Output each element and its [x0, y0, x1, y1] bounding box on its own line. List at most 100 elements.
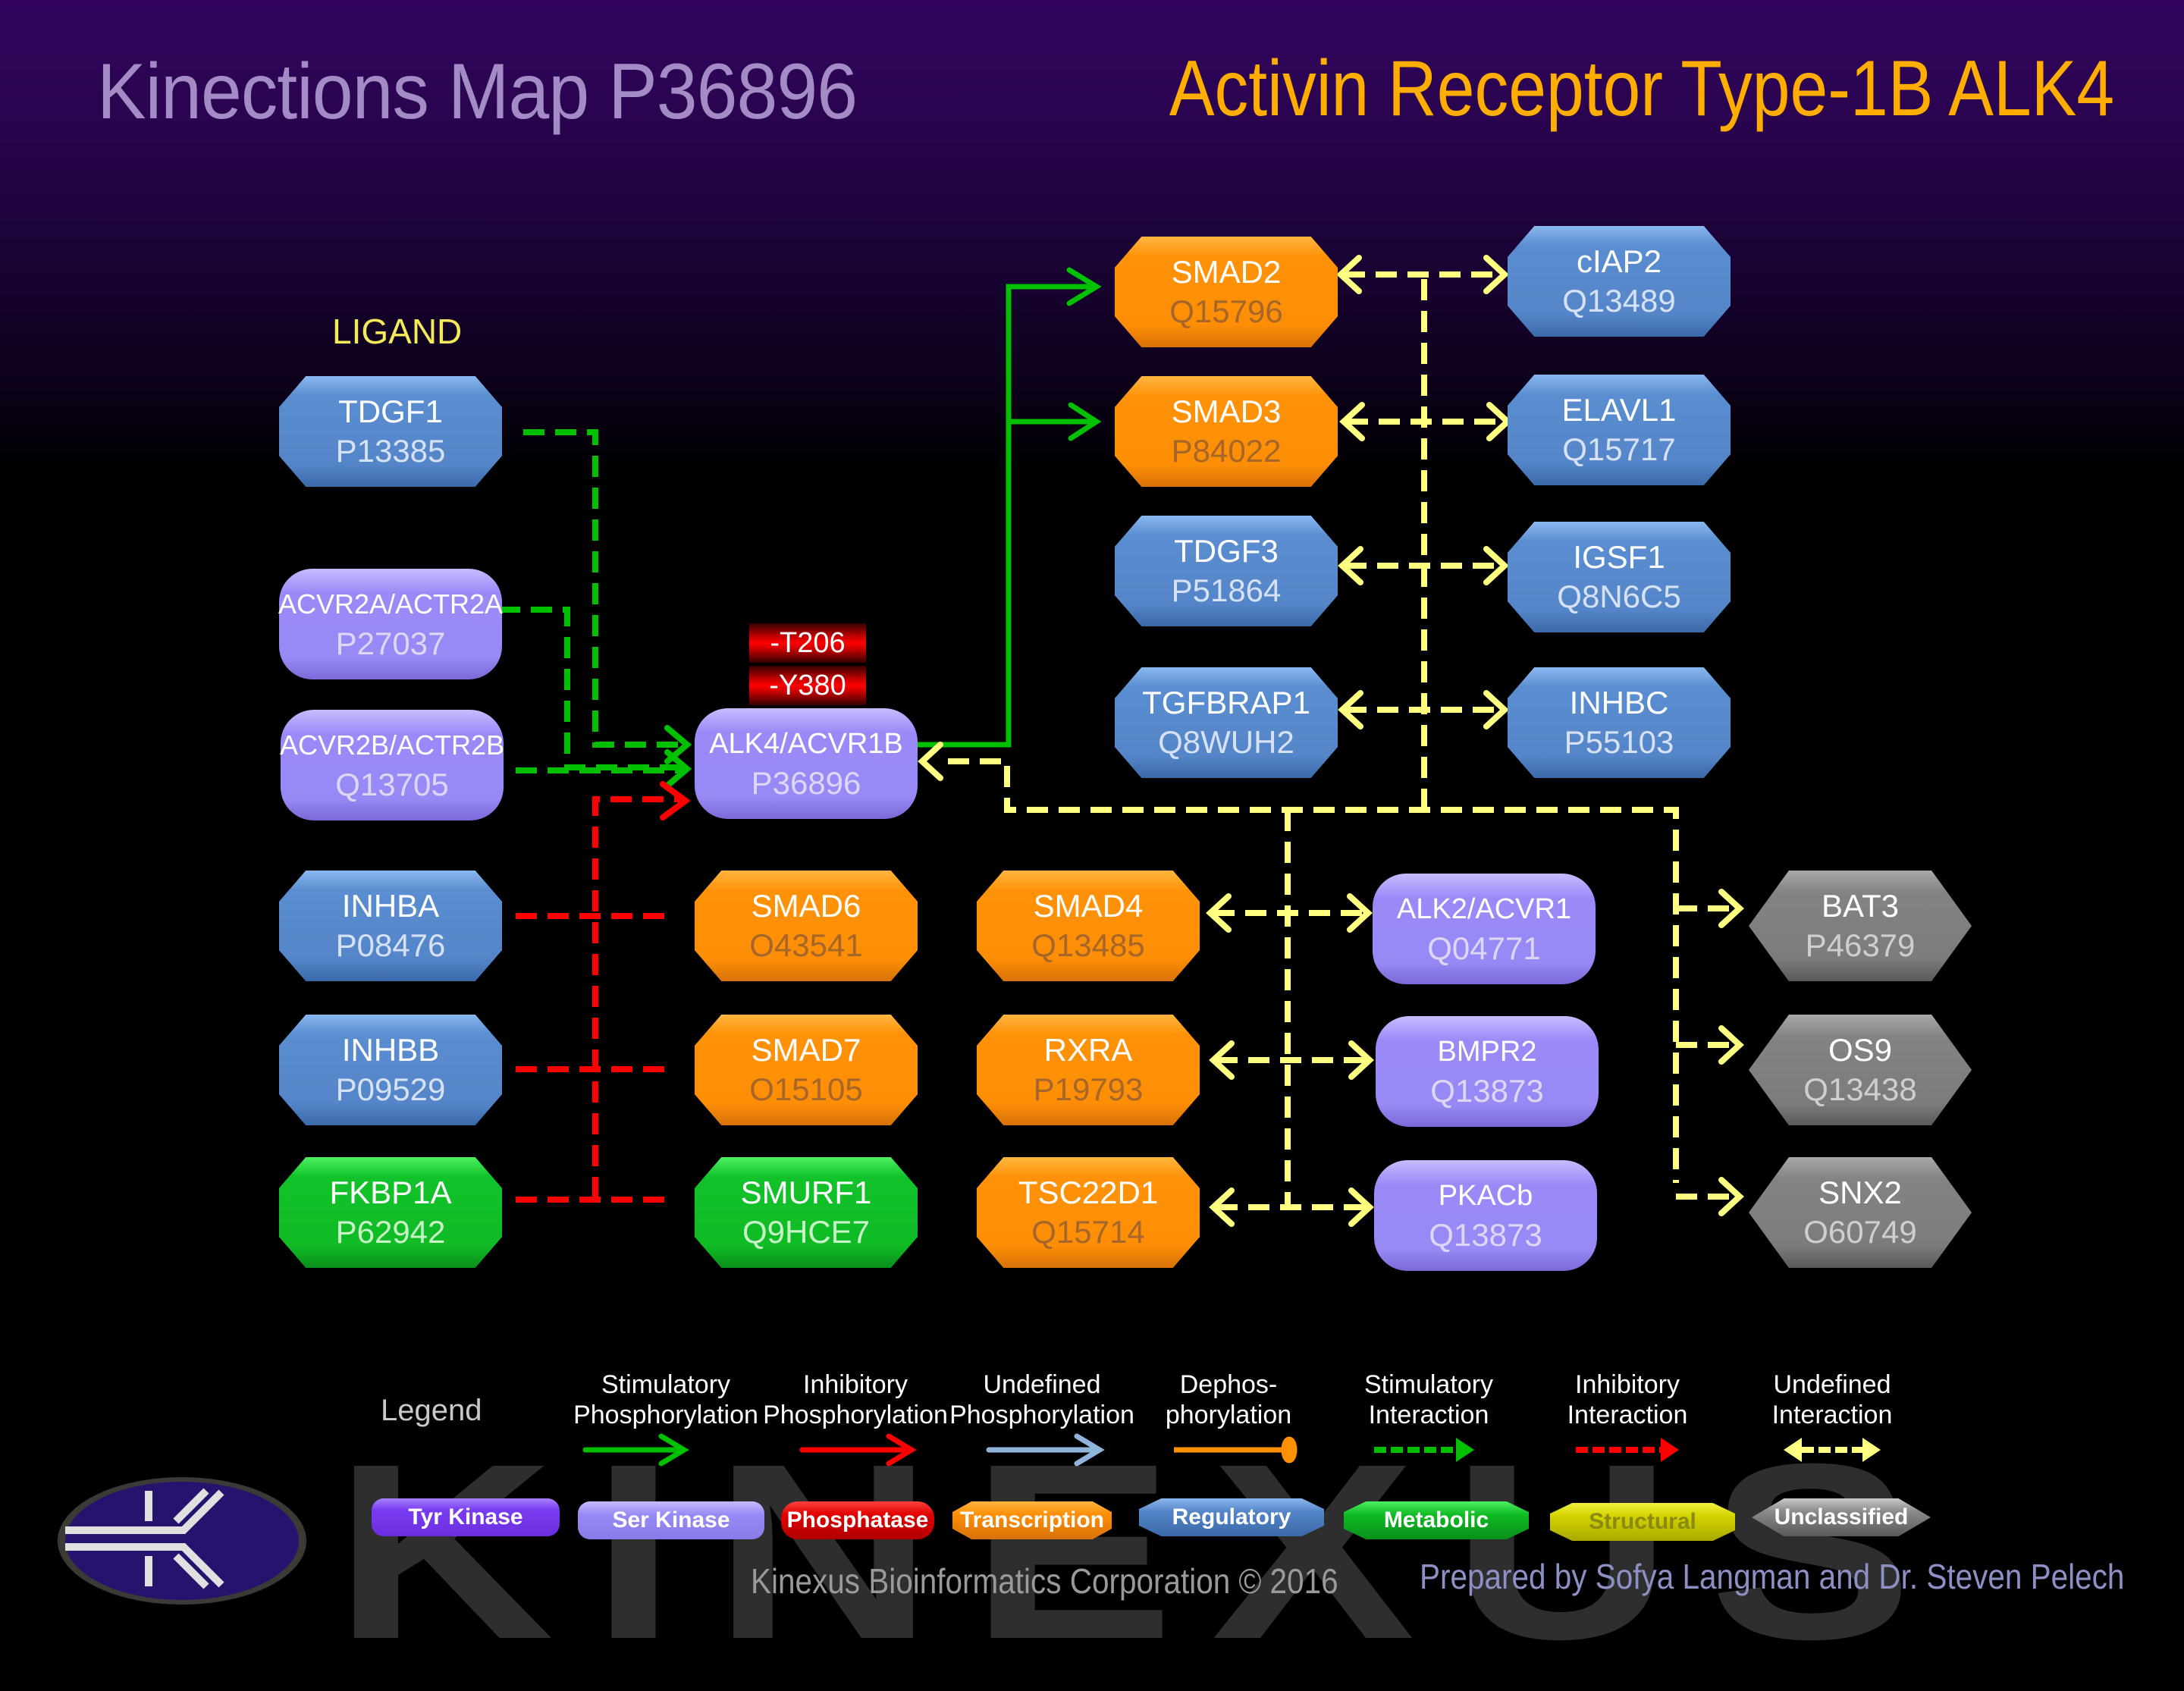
node-uniprot-id: Q8WUH2: [1158, 724, 1294, 760]
node-tdgf1[interactable]: TDGF1 P13385: [279, 376, 502, 487]
node-uniprot-id: O60749: [1803, 1214, 1917, 1250]
legend-label-line: Undefined: [983, 1370, 1101, 1399]
node-name: SMAD3: [1171, 394, 1282, 429]
wire-tdgf1-alk4: [523, 429, 682, 748]
node-name: BAT3: [1822, 888, 1899, 924]
wire-acvr2a-alk4: [499, 607, 682, 770]
legend-label-line: Inhibitory: [803, 1370, 908, 1399]
node-ciap2[interactable]: cIAP2 Q13489: [1508, 226, 1731, 337]
node-smad4[interactable]: SMAD4 Q13485: [977, 871, 1200, 981]
node-name: SMAD6: [751, 888, 861, 924]
node-name: ACVR2B/ACTR2B: [279, 729, 505, 761]
node-name: TSC22D1: [1018, 1175, 1159, 1210]
phosphosite-badge[interactable]: -Y380: [749, 666, 866, 705]
stimulatory-arrowheads: [664, 725, 692, 789]
node-igsf1[interactable]: IGSF1 Q8N6C5: [1508, 522, 1731, 632]
node-name: SMAD7: [751, 1032, 861, 1068]
legend-inhib-phos-arrow: [799, 1433, 917, 1467]
node-uniprot-id: P13385: [335, 433, 446, 469]
node-name: TGFBRAP1: [1142, 685, 1310, 720]
inhibitory-interaction-lines: [516, 796, 682, 1203]
wire-alk4-smad: [915, 284, 1095, 748]
node-name: PKACb: [1438, 1180, 1533, 1212]
legend-stimulatory-interaction: Stimulatory Interaction: [1330, 1369, 1527, 1430]
node-uniprot-id: Q04771: [1427, 930, 1541, 966]
legend-category-regulatory: Regulatory: [1139, 1498, 1324, 1536]
node-uniprot-id: P46379: [1805, 927, 1916, 963]
node-smurf1[interactable]: SMURF1 Q9HCE7: [695, 1157, 918, 1268]
node-smad7[interactable]: SMAD7 O15105: [695, 1015, 918, 1125]
legend-label-line: Inhibitory: [1575, 1370, 1680, 1399]
node-tdgf3[interactable]: TDGF3 P51864: [1115, 516, 1338, 626]
node-smad6[interactable]: SMAD6 O43541: [695, 871, 918, 981]
node-name: INHBA: [341, 888, 440, 924]
node-bat3[interactable]: BAT3 P46379: [1749, 871, 1972, 981]
legend-category-transcription: Transcription: [952, 1501, 1112, 1539]
legend-category-structural: Structural: [1550, 1503, 1735, 1541]
node-name: TDGF1: [338, 394, 443, 429]
node-tsc22d1[interactable]: TSC22D1 Q15714: [977, 1157, 1200, 1268]
node-name: OS9: [1828, 1032, 1893, 1068]
node-uniprot-id: Q13705: [335, 767, 449, 802]
node-acvr2a[interactable]: ACVR2A/ACTR2A P27037: [278, 569, 503, 679]
node-acvr2b[interactable]: ACVR2B/ACTR2B Q13705: [279, 710, 505, 820]
node-tgfbrap1[interactable]: TGFBRAP1 Q8WUH2: [1115, 667, 1338, 778]
legend-inhibitory-interaction: Inhibitory Interaction: [1529, 1369, 1726, 1430]
node-smad2[interactable]: SMAD2 Q15796: [1115, 237, 1338, 347]
legend-category-metabolic: Metabolic: [1344, 1501, 1529, 1539]
node-uniprot-id: Q9HCE7: [742, 1214, 871, 1250]
legend-category-phosphatase: Phosphatase: [781, 1501, 934, 1539]
legend-dephosphorylation: Dephos- phorylation: [1130, 1369, 1327, 1430]
node-os9[interactable]: OS9 Q13438: [1749, 1015, 1972, 1125]
node-uniprot-id: P62942: [335, 1214, 446, 1250]
node-inhbb[interactable]: INHBB P09529: [279, 1015, 502, 1125]
node-inhbc[interactable]: INHBC P55103: [1508, 667, 1731, 778]
wire-red-trunk: [592, 796, 682, 1198]
legend-undefined-interaction: Undefined Interaction: [1734, 1369, 1931, 1430]
phosphosite-badge[interactable]: -T206: [749, 623, 866, 663]
node-uniprot-id: Q15714: [1031, 1214, 1145, 1250]
node-uniprot-id: O43541: [749, 927, 863, 963]
copyright-text: Kinexus Bioinformatics Corporation © 201…: [751, 1561, 1338, 1601]
node-uniprot-id: Q13873: [1429, 1217, 1542, 1253]
node-uniprot-id: Q13873: [1430, 1073, 1544, 1109]
stimulatory-interaction-lines: [499, 429, 682, 773]
node-uniprot-id: Q13438: [1803, 1071, 1917, 1107]
credits-text: Prepared by Sofya Langman and Dr. Steven…: [1420, 1557, 2125, 1596]
node-name: INHBB: [341, 1032, 440, 1068]
node-inhba[interactable]: INHBA P08476: [279, 871, 502, 981]
node-uniprot-id: P19793: [1033, 1071, 1144, 1107]
legend-undefined-phosphorylation: Undefined Phosphorylation: [943, 1369, 1141, 1430]
node-name: SMAD4: [1033, 888, 1144, 924]
node-elavl1[interactable]: ELAVL1 Q15717: [1508, 375, 1731, 485]
legend-dephos-line: [1174, 1436, 1298, 1464]
node-name: SMURF1: [740, 1175, 872, 1210]
node-alk2[interactable]: ALK2/ACVR1 Q04771: [1373, 874, 1596, 984]
node-name: ALK4/ACVR1B: [709, 728, 903, 760]
node-uniprot-id: Q13489: [1562, 283, 1676, 318]
arrowhead-yellow: [918, 742, 943, 781]
node-uniprot-id: P84022: [1171, 433, 1282, 469]
node-name: SNX2: [1818, 1175, 1902, 1210]
node-smad3[interactable]: SMAD3 P84022: [1115, 376, 1338, 487]
node-fkbp1a[interactable]: FKBP1A P62942: [279, 1157, 502, 1268]
node-uniprot-id: O15105: [749, 1071, 863, 1107]
legend-category-unclassified: Unclassified: [1752, 1498, 1931, 1536]
node-pkacb[interactable]: PKACb Q13873: [1374, 1160, 1597, 1271]
legend-label-line: Undefined: [1773, 1370, 1891, 1399]
legend-inhibitory-phosphorylation: Inhibitory Phosphorylation: [757, 1369, 954, 1430]
node-uniprot-id: Q15717: [1562, 431, 1676, 467]
legend-inhib-interaction-arrow: [1576, 1438, 1679, 1462]
node-uniprot-id: Q13485: [1031, 927, 1145, 963]
node-uniprot-id: P55103: [1564, 724, 1674, 760]
node-uniprot-id: P27037: [335, 626, 446, 661]
node-bmpr2[interactable]: BMPR2 Q13873: [1376, 1016, 1599, 1127]
node-rxra[interactable]: RXRA P19793: [977, 1015, 1200, 1125]
node-uniprot-id: P36896: [751, 765, 861, 801]
node-alk4-focus[interactable]: ALK4/ACVR1B P36896: [695, 708, 918, 819]
stimulatory-phosphorylation-lines: [915, 267, 1102, 748]
legend-title: Legend: [381, 1394, 482, 1427]
node-uniprot-id: P08476: [335, 927, 446, 963]
node-name: IGSF1: [1573, 539, 1665, 575]
node-snx2[interactable]: SNX2 O60749: [1749, 1157, 1972, 1268]
